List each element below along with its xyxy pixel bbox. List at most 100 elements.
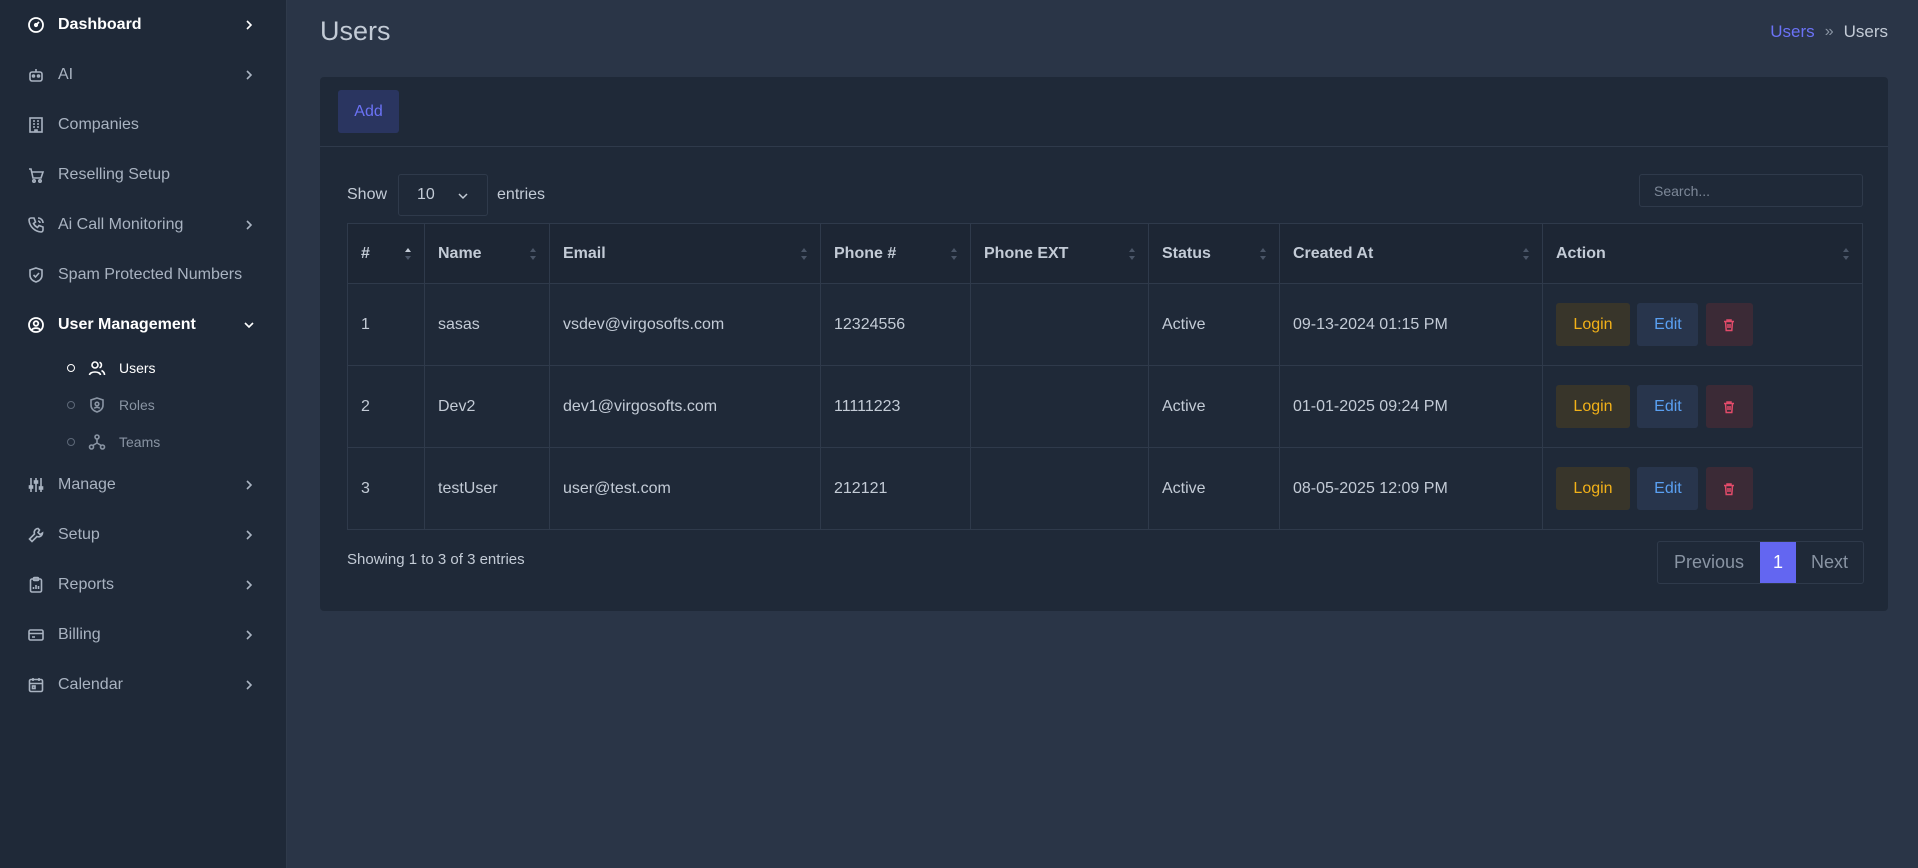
edit-button[interactable]: Edit: [1637, 467, 1699, 510]
cell-name: Dev2: [424, 365, 550, 448]
column-header-label: Phone EXT: [984, 244, 1069, 262]
sort-icon: [1843, 248, 1849, 260]
sidebar-item-setup[interactable]: Setup: [0, 515, 287, 555]
cell-number: 1: [347, 283, 425, 366]
shield-check-icon: [27, 266, 45, 284]
column-header-label: Created At: [1293, 244, 1374, 262]
edit-button[interactable]: Edit: [1637, 303, 1699, 346]
entries-select-value: 10: [417, 186, 435, 203]
trash-icon: [1724, 482, 1735, 495]
pagination-previous[interactable]: Previous: [1658, 542, 1760, 583]
sidebar-item-reselling-setup[interactable]: Reselling Setup: [0, 155, 287, 195]
column-header-number[interactable]: #: [347, 223, 425, 284]
sidebar-item-label: Reports: [58, 576, 115, 593]
shield-user-icon: [88, 396, 106, 414]
login-button[interactable]: Login: [1556, 385, 1630, 428]
pagination: Previous 1 Next: [1657, 541, 1864, 584]
sidebar-item-user-management[interactable]: User Management: [0, 305, 287, 345]
chevron-right-icon: [242, 578, 256, 592]
chevron-right-icon: [242, 628, 256, 642]
sidebar-subitem-users[interactable]: Users: [0, 353, 287, 383]
login-button[interactable]: Login: [1556, 303, 1630, 346]
bullet-icon: [67, 364, 75, 372]
sidebar-item-label: Billing: [58, 626, 101, 643]
bullet-icon: [67, 438, 75, 446]
chevron-right-icon: [242, 678, 256, 692]
cell-phone-ext: [970, 365, 1149, 448]
chevron-right-icon: [242, 528, 256, 542]
sidebar-item-spam-protected-numbers[interactable]: Spam Protected Numbers: [0, 255, 287, 295]
sidebar-subitem-teams[interactable]: Teams: [0, 427, 287, 457]
column-header-label: #: [361, 244, 370, 262]
cell-phone: 12324556: [820, 283, 971, 366]
sidebar-item-label: Reselling Setup: [58, 166, 171, 183]
sidebar-item-ai[interactable]: AI: [0, 55, 287, 95]
cell-status: Active: [1148, 283, 1280, 366]
breadcrumb-separator-icon: »: [1824, 23, 1834, 40]
sidebar-item-label: Dashboard: [58, 16, 142, 33]
page-title: Users: [320, 16, 391, 46]
credit-card-icon: [27, 626, 45, 644]
breadcrumb-link-users[interactable]: Users: [1770, 22, 1814, 42]
pagination-page-1[interactable]: 1: [1760, 542, 1796, 583]
sidebar-item-ai-call-monitoring[interactable]: Ai Call Monitoring: [0, 205, 287, 245]
user-circle-icon: [27, 316, 45, 334]
column-header-email[interactable]: Email: [549, 223, 821, 284]
chevron-down-icon: [457, 189, 469, 201]
cell-name: testUser: [424, 447, 550, 530]
trash-icon: [1724, 400, 1735, 413]
users-card: Add Show 10 entries # Name: [320, 77, 1888, 611]
cell-phone: 212121: [820, 447, 971, 530]
robot-icon: [27, 66, 45, 84]
column-header-phone-ext[interactable]: Phone EXT: [970, 223, 1149, 284]
cell-actions: Login Edit: [1542, 365, 1863, 448]
show-label: Show: [347, 186, 388, 203]
cell-created-at: 01-01-2025 09:24 PM: [1279, 365, 1543, 448]
cell-number: 3: [347, 447, 425, 530]
chevron-right-icon: [242, 18, 256, 32]
sidebar-subitem-label: Teams: [119, 434, 161, 450]
chevron-right-icon: [242, 478, 256, 492]
login-button[interactable]: Login: [1556, 467, 1630, 510]
column-header-action[interactable]: Action: [1542, 223, 1863, 284]
sidebar-item-dashboard[interactable]: Dashboard: [0, 5, 287, 45]
sidebar-item-manage[interactable]: Manage: [0, 465, 287, 505]
entries-length-control: Show 10 entries: [347, 174, 545, 216]
network-icon: [88, 433, 106, 451]
delete-button[interactable]: [1705, 467, 1753, 510]
table-row: 1 sasas vsdev@virgosofts.com 12324556 Ac…: [347, 283, 1863, 366]
column-header-phone[interactable]: Phone #: [820, 223, 971, 284]
sidebar-subitem-roles[interactable]: Roles: [0, 390, 287, 420]
pagination-next[interactable]: Next: [1796, 542, 1863, 583]
sort-icon: [951, 248, 957, 260]
calendar-icon: [27, 676, 45, 694]
column-header-status[interactable]: Status: [1148, 223, 1280, 284]
column-header-name[interactable]: Name: [424, 223, 550, 284]
cell-number: 2: [347, 365, 425, 448]
sidebar: Dashboard AI Companies Reselling Setup A…: [0, 0, 287, 868]
search-input[interactable]: [1639, 174, 1863, 207]
users-icon: [88, 359, 106, 377]
bullet-icon: [67, 401, 75, 409]
table-info: Showing 1 to 3 of 3 entries: [347, 551, 525, 568]
column-header-created-at[interactable]: Created At: [1279, 223, 1543, 284]
cell-created-at: 08-05-2025 12:09 PM: [1279, 447, 1543, 530]
column-header-label: Name: [438, 244, 482, 262]
sidebar-item-billing[interactable]: Billing: [0, 615, 287, 655]
delete-button[interactable]: [1705, 385, 1753, 428]
sidebar-item-calendar[interactable]: Calendar: [0, 665, 287, 705]
edit-button[interactable]: Edit: [1637, 385, 1699, 428]
cell-actions: Login Edit: [1542, 283, 1863, 366]
users-table: # Name Email Phone # Phone EXT Status Cr…: [347, 223, 1863, 530]
entries-select[interactable]: 10: [398, 174, 489, 216]
delete-button[interactable]: [1705, 303, 1753, 346]
sidebar-item-companies[interactable]: Companies: [0, 105, 287, 145]
sidebar-item-reports[interactable]: Reports: [0, 565, 287, 605]
add-user-button[interactable]: Add: [338, 90, 399, 133]
chevron-right-icon: [242, 68, 256, 82]
table-row: 2 Dev2 dev1@virgosofts.com 11111223 Acti…: [347, 365, 1863, 448]
cell-status: Active: [1148, 447, 1280, 530]
cell-email: user@test.com: [549, 447, 821, 530]
sidebar-item-label: User Management: [58, 316, 196, 333]
cell-email: dev1@virgosofts.com: [549, 365, 821, 448]
